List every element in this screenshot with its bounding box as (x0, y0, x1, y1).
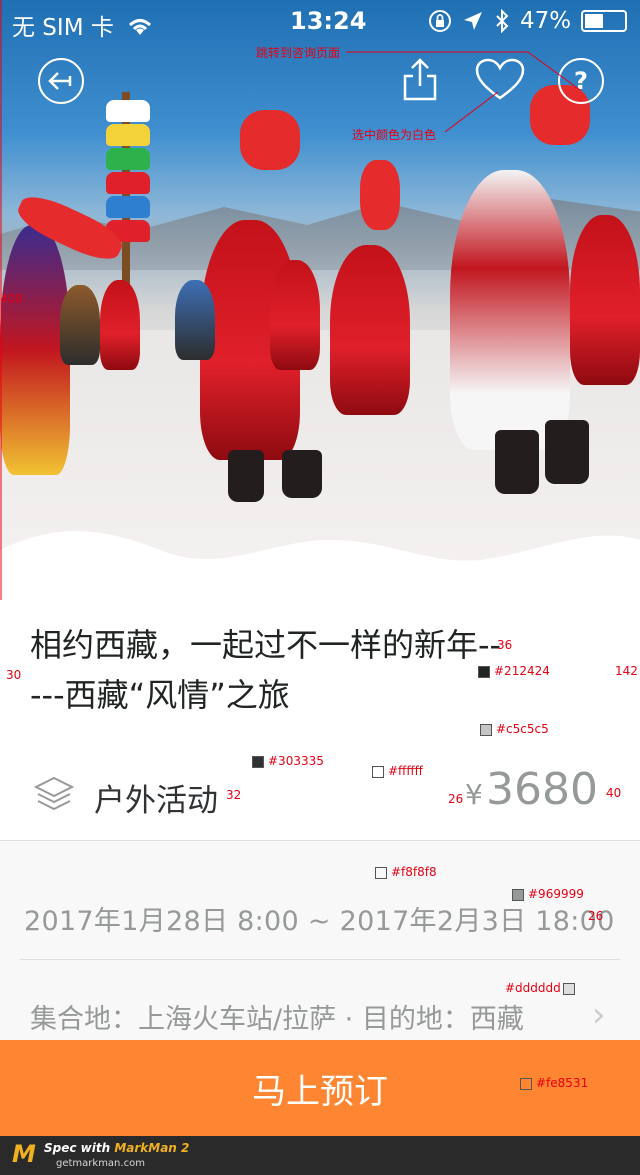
annotation-hero-height: 400 (0, 292, 23, 306)
annotation-currency-size: 26 (448, 792, 464, 806)
layers-icon (34, 776, 74, 811)
divider (20, 959, 620, 960)
currency-symbol: ¥ (465, 778, 483, 811)
event-dates: 2017年1月28日 8:00 ~ 2017年2月3日 18:00 (24, 906, 615, 937)
footer-spec-with: Spec with (44, 1141, 115, 1155)
annotation-label-color: #303335 (268, 754, 324, 768)
footer-markman: MarkMan 2 (114, 1141, 190, 1155)
annotation-left-margin: 30 (6, 668, 22, 682)
price-value: 3680 (486, 764, 598, 815)
annotation-price-size: 40 (606, 786, 622, 800)
footer-site: getmarkman.com (56, 1158, 145, 1169)
event-title: 相约西藏，一起过不一样的新年-----西藏“风情”之旅 (30, 626, 502, 714)
annotation-consult: 跳转到咨询页面 (256, 46, 341, 60)
meeting-destination[interactable]: 集合地：上海火车站/拉萨 · 目的地：西藏 (30, 997, 524, 1036)
event-info: 2017年1月28日 8:00 ~ 2017年2月3日 18:00 集合地：上海… (0, 840, 640, 1041)
annotation-gray-color: #969999 (528, 887, 584, 901)
annotation-title-size: 36 (497, 638, 513, 652)
color-swatch (512, 888, 524, 901)
chevron-right-icon[interactable]: › (592, 995, 606, 1035)
color-swatch (372, 765, 384, 778)
annotation-dates-size: 26 (588, 909, 604, 923)
category-label: 户外活动 (94, 783, 218, 819)
color-swatch (252, 755, 264, 768)
annotation-divider-color: #dddddd (505, 981, 561, 995)
annotation-bg-color: #f8f8f8 (391, 865, 437, 879)
event-title-block: 相约西藏，一起过不一样的新年-----西藏“风情”之旅 30 36 #21242… (0, 600, 640, 743)
annotation-block-height: 142 (615, 664, 638, 678)
category-price-row: 户外活动 ¥ 3680 #303335 32 #ffffff 26 40 (0, 742, 640, 840)
annotation-button-color: #fe8531 (536, 1076, 589, 1090)
markman-logo: M (12, 1140, 36, 1168)
markman-footer: M Spec with MarkMan 2 getmarkman.com (0, 1136, 640, 1175)
color-swatch (478, 665, 490, 678)
color-swatch (375, 866, 387, 879)
book-now-button[interactable]: 马上预订 #fe8531 (0, 1040, 640, 1136)
annotation-border-color: #c5c5c5 (496, 722, 549, 736)
color-swatch (562, 982, 575, 995)
color-swatch (480, 723, 492, 736)
annotation-title-color: #212424 (494, 664, 550, 678)
color-swatch (520, 1077, 532, 1090)
annotation-selected-color: 选中颜色为白色 (352, 128, 437, 142)
annotation-white: #ffffff (388, 764, 423, 778)
book-now-label: 马上预订 (252, 1071, 388, 1112)
annotation-label-size: 32 (226, 788, 242, 802)
